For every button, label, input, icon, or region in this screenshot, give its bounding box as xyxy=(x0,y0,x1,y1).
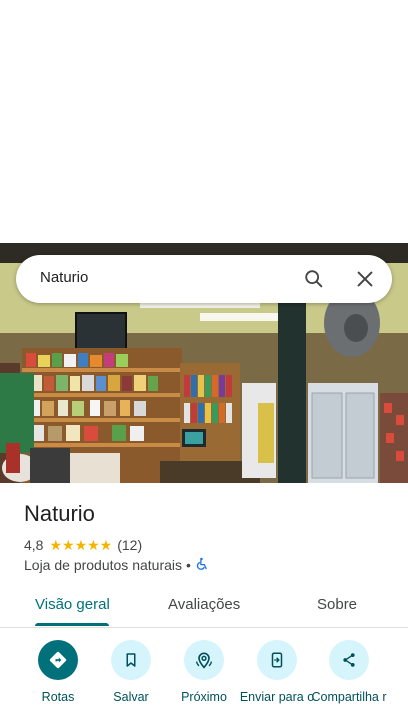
nearby-button[interactable]: Próximo xyxy=(164,640,244,705)
send-to-phone-icon xyxy=(257,640,297,680)
action-row: Rotas Salvar Próximo Enviar para o Compa… xyxy=(0,640,408,726)
nearby-label: Próximo xyxy=(181,690,227,704)
search-bar[interactable]: Naturio xyxy=(16,255,392,303)
tab-overview[interactable]: Visão geral xyxy=(35,596,110,613)
review-count: (12) xyxy=(117,537,143,553)
category-row: Loja de produtos naturais • xyxy=(24,556,209,574)
search-icon[interactable] xyxy=(302,267,326,291)
directions-label: Rotas xyxy=(41,690,75,704)
tab-bar: Visão geral Avaliações Sobre xyxy=(0,585,408,628)
nearby-icon xyxy=(184,640,224,680)
search-input[interactable]: Naturio xyxy=(40,269,88,286)
share-icon xyxy=(329,640,369,680)
directions-button[interactable]: Rotas xyxy=(18,640,98,705)
tab-reviews[interactable]: Avaliações xyxy=(168,596,240,613)
star-rating: ★★★★★ xyxy=(49,537,113,553)
share-button[interactable]: Compartilha r xyxy=(309,640,389,705)
tab-indicator xyxy=(35,623,109,626)
close-icon[interactable] xyxy=(353,267,377,291)
place-title: Naturio xyxy=(24,501,95,526)
save-button[interactable]: Salvar xyxy=(91,640,171,705)
tab-about[interactable]: Sobre xyxy=(317,596,357,613)
send-to-phone-label: Enviar para o xyxy=(239,690,315,704)
save-label: Salvar xyxy=(113,690,149,704)
share-label: Compartilha r xyxy=(311,690,387,704)
rating-row[interactable]: 4,8 ★★★★★ (12) xyxy=(24,536,142,554)
directions-icon xyxy=(38,640,78,680)
category-label: Loja de produtos naturais xyxy=(24,557,182,573)
bookmark-icon xyxy=(111,640,151,680)
rating-value: 4,8 xyxy=(24,537,44,553)
wheelchair-icon xyxy=(195,557,209,574)
send-to-phone-button[interactable]: Enviar para o xyxy=(237,640,317,705)
separator-dot: • xyxy=(186,557,191,573)
